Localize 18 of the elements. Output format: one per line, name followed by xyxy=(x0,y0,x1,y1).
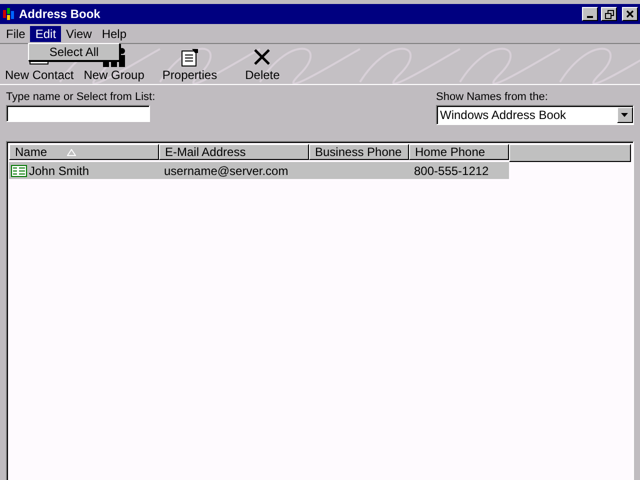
table-cell: John Smith xyxy=(9,162,159,179)
toolbar-button[interactable]: Delete xyxy=(240,44,285,84)
menu-item[interactable]: View xyxy=(61,26,97,42)
menu-item[interactable]: Help xyxy=(96,26,132,42)
column-header[interactable]: E-Mail Address xyxy=(159,144,309,160)
search-label: Type name or Select from List: xyxy=(6,91,156,103)
menu-item[interactable]: File xyxy=(1,26,30,42)
toolbar-button[interactable]: Properties xyxy=(157,44,222,84)
column-header[interactable]: Business Phone xyxy=(309,144,409,160)
column-header[interactable]: Home Phone xyxy=(409,144,509,160)
column-header[interactable]: Name xyxy=(9,144,159,160)
table-cell: username@server.com xyxy=(159,162,309,179)
menu-item[interactable]: Edit xyxy=(30,26,62,42)
menu-option[interactable]: Select All xyxy=(29,44,119,60)
table-cell: 800-555-1212 xyxy=(409,162,509,179)
window-title: Address Book xyxy=(19,7,102,21)
source-dropdown[interactable]: Windows Address Book xyxy=(436,105,634,125)
source-label: Show Names from the: xyxy=(436,91,549,103)
